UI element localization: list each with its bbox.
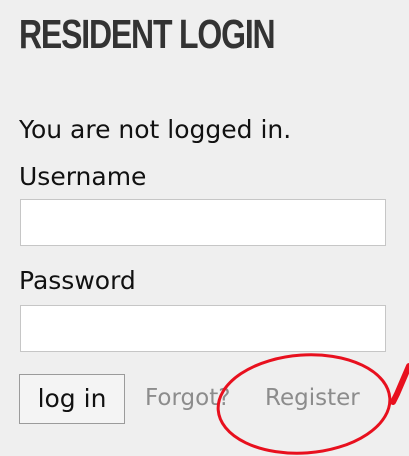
username-input[interactable]	[20, 199, 386, 246]
page-title: RESIDENT LOGIN	[19, 11, 276, 57]
login-status-text: You are not logged in.	[19, 115, 292, 144]
annotation-arrow-stroke	[390, 363, 409, 405]
login-button[interactable]: log in	[19, 374, 125, 424]
register-link[interactable]: Register	[265, 387, 360, 410]
password-label: Password	[19, 266, 136, 295]
password-input[interactable]	[20, 305, 386, 352]
username-label: Username	[19, 162, 147, 191]
forgot-password-link[interactable]: Forgot?	[145, 387, 230, 410]
resident-login-panel: RESIDENT LOGIN You are not logged in. Us…	[0, 0, 409, 456]
